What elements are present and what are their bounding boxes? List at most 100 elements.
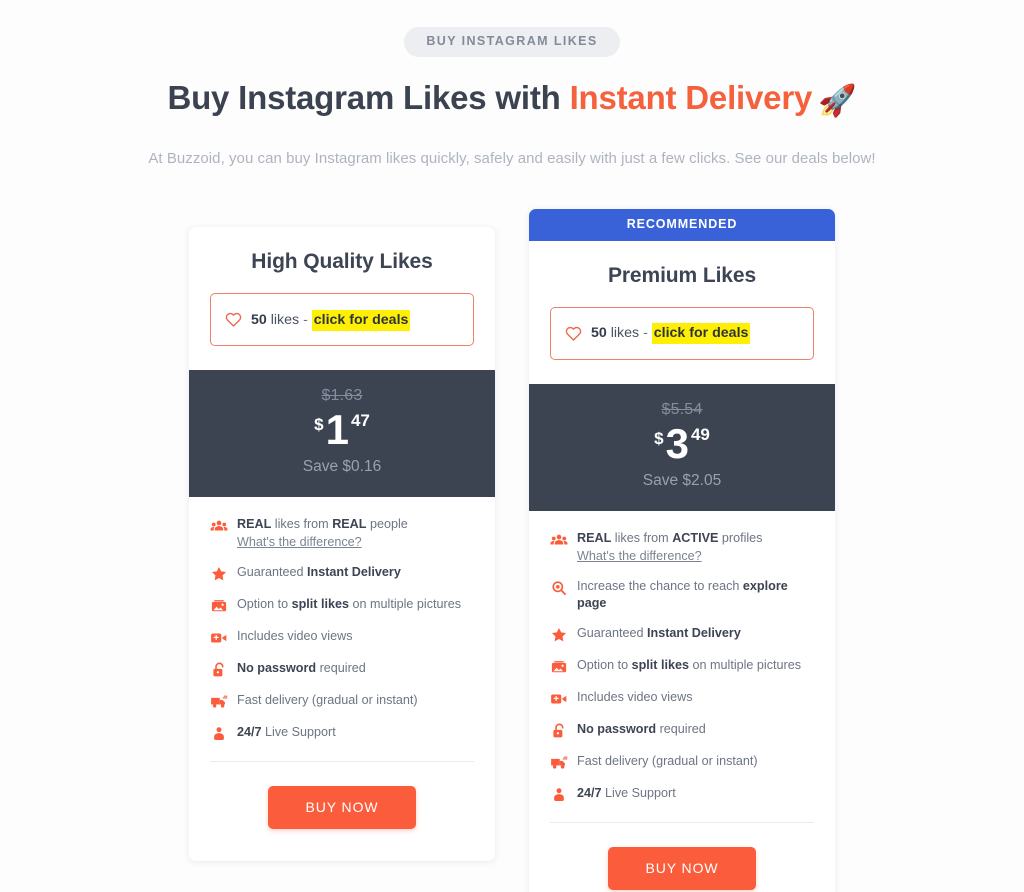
feature-text: Includes video views [577, 689, 693, 704]
select-quantity: 50 [591, 325, 607, 342]
truck-icon [551, 756, 568, 769]
eyebrow-wrap: BUY INSTAGRAM LIKES [0, 0, 1024, 57]
feature-body: 24/7 Live Support [577, 785, 814, 802]
unlock-icon [553, 723, 564, 738]
savings-text: Save $2.05 [642, 471, 722, 489]
price-currency: $ [654, 428, 664, 448]
feature-body: Includes video views [577, 689, 814, 706]
feature-item: Includes video views [550, 689, 814, 708]
star-icon [551, 627, 567, 642]
feature-body: Option to split likes on multiple pictur… [577, 657, 814, 674]
select-dash: - [303, 311, 308, 328]
feature-body: Fast delivery (gradual or instant) [577, 753, 814, 770]
feature-text: 24/7 Live Support [237, 725, 336, 740]
price-panel: $5.54 $3 49 Save $2.05 [529, 383, 835, 511]
feature-body: REAL likes from ACTIVE profiles What's th… [577, 530, 814, 565]
price-panel: $1.63 $1 47 Save $0.16 [189, 370, 495, 498]
current-price: $3 49 [654, 419, 710, 467]
feature-item: 24/7 Live Support [550, 785, 814, 804]
old-price: $1.63 [321, 387, 363, 405]
feature-item: Fast delivery (gradual or instant) [550, 753, 814, 772]
feature-body: No password required [577, 721, 814, 738]
price-decimal: 47 [350, 411, 370, 431]
feature-text: Increase the chance to reach explore pag… [577, 578, 788, 610]
feature-text: Fast delivery (gradual or instant) [237, 693, 418, 708]
quantity-select[interactable]: 50 likes - click for deals [550, 306, 814, 360]
feature-text: Guaranteed Instant Delivery [577, 625, 741, 640]
feature-item: Includes video views [210, 628, 474, 647]
recommended-ribbon: RECOMMENDED [529, 209, 835, 241]
page-eyebrow-badge: BUY INSTAGRAM LIKES [404, 27, 620, 57]
buy-now-button[interactable]: BUY NOW [267, 786, 417, 830]
feature-text: Guaranteed Instant Delivery [237, 565, 401, 580]
feature-item: Fast delivery (gradual or instant) [210, 692, 474, 711]
buy-now-button[interactable]: BUY NOW [607, 846, 757, 890]
unlock-icon [213, 662, 224, 677]
current-price: $1 47 [314, 409, 370, 451]
feature-item: REAL likes from ACTIVE profiles What's th… [550, 530, 814, 565]
users-group-icon [210, 520, 228, 531]
card-title: High Quality Likes [251, 250, 433, 274]
page-title-accent: Instant Delivery [569, 78, 813, 116]
feature-item: Guaranteed Instant Delivery [550, 625, 814, 644]
heart-icon [565, 326, 582, 341]
support-person-icon [214, 727, 224, 741]
feature-text: Option to split likes on multiple pictur… [237, 597, 462, 612]
select-highlight: click for deals [651, 323, 751, 345]
support-person-icon [554, 788, 564, 801]
feature-text: 24/7 Live Support [577, 785, 676, 800]
pricing-cards-container: High Quality Likes 50 likes - click for … [0, 209, 1024, 892]
quantity-select-label: 50 likes - click for deals [251, 309, 442, 331]
feature-body: Increase the chance to reach explore pag… [577, 578, 814, 612]
select-dash: - [643, 325, 648, 342]
select-highlight: click for deals [311, 309, 411, 331]
video-icon [551, 694, 567, 704]
price-integer: 3 [665, 419, 689, 467]
feature-item: REAL likes from REAL people What's the di… [210, 516, 474, 551]
feature-body: Fast delivery (gradual or instant) [237, 692, 474, 709]
heart-icon [225, 313, 242, 327]
savings-text: Save $0.16 [302, 458, 382, 476]
quantity-select-label: 50 likes - click for deals [591, 323, 782, 345]
feature-body: Guaranteed Instant Delivery [237, 564, 474, 581]
select-quantity: 50 [251, 311, 267, 328]
feature-item: 24/7 Live Support [210, 724, 474, 743]
feature-text: No password required [237, 661, 366, 676]
price-currency: $ [314, 415, 324, 435]
rocket-icon: 🚀 [818, 82, 857, 118]
select-unit: likes [610, 325, 640, 342]
page-title: Buy Instagram Likes with Instant Deliver… [0, 77, 1024, 121]
page-subtitle: At Buzzoid, you can buy Instagram likes … [148, 150, 876, 168]
video-icon [211, 633, 227, 643]
feature-list: REAL likes from ACTIVE profiles What's th… [529, 511, 835, 804]
feature-text: No password required [577, 721, 706, 736]
star-icon [211, 567, 227, 581]
users-group-icon [550, 534, 568, 545]
feature-body: Guaranteed Instant Delivery [577, 625, 814, 642]
quantity-select[interactable]: 50 likes - click for deals [210, 293, 474, 347]
whats-the-difference-link[interactable]: What's the difference? [237, 535, 362, 549]
feature-text: Includes video views [237, 629, 353, 644]
feature-body: REAL likes from REAL people What's the di… [237, 516, 474, 551]
search-icon [552, 581, 566, 595]
feature-text: Fast delivery (gradual or instant) [577, 753, 758, 768]
old-price: $5.54 [661, 400, 703, 418]
feature-text: REAL likes from ACTIVE profiles [577, 530, 763, 545]
feature-list: REAL likes from REAL people What's the di… [189, 497, 495, 743]
pricing-page: BUY INSTAGRAM LIKES Buy Instagram Likes … [0, 0, 1024, 892]
feature-text: Option to split likes on multiple pictur… [577, 657, 802, 672]
feature-body: Includes video views [237, 628, 474, 645]
truck-icon [211, 695, 228, 708]
images-icon [551, 660, 567, 672]
select-unit: likes [270, 311, 300, 328]
feature-item: Option to split likes on multiple pictur… [550, 657, 814, 676]
price-integer: 1 [325, 406, 349, 454]
card-title: Premium Likes [607, 263, 757, 287]
feature-item: Option to split likes on multiple pictur… [210, 596, 474, 615]
feature-text: REAL likes from REAL people [237, 517, 408, 532]
feature-body: No password required [237, 660, 474, 677]
whats-the-difference-link[interactable]: What's the difference? [577, 549, 702, 563]
page-title-prefix: Buy Instagram Likes with [167, 78, 570, 116]
feature-item: Increase the chance to reach explore pag… [550, 578, 814, 612]
price-decimal: 49 [690, 424, 710, 444]
